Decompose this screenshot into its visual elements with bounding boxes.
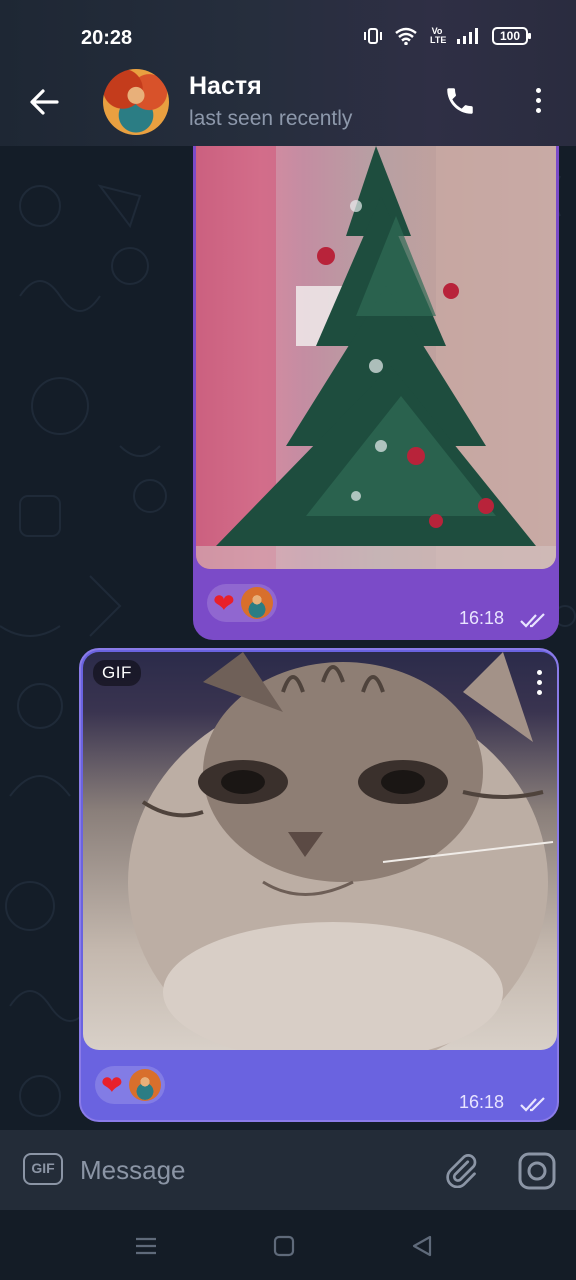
reaction-avatar: [240, 587, 273, 619]
christmas-tree-photo: [196, 146, 556, 569]
more-vertical-icon: [524, 84, 552, 113]
attach-button[interactable]: [443, 1152, 479, 1189]
message-input-bar: GIF: [0, 1130, 576, 1210]
heart-reaction-icon: ❤: [101, 1070, 123, 1100]
more-menu-button[interactable]: [524, 84, 552, 120]
signal-icon: [457, 28, 478, 44]
cat-gif: [128, 652, 554, 1050]
back-nav-button[interactable]: [408, 1232, 436, 1260]
camera-icon: [518, 1152, 556, 1190]
arrow-left-icon: [30, 89, 59, 115]
more-vertical-icon: [531, 666, 547, 695]
call-button[interactable]: [443, 84, 479, 120]
gif-button[interactable]: GIF: [23, 1153, 63, 1185]
home-square-icon: [273, 1235, 295, 1257]
message-time: 16:18: [459, 608, 505, 628]
back-button[interactable]: [24, 84, 64, 120]
home-button[interactable]: [270, 1232, 298, 1260]
media-menu-button[interactable]: [531, 666, 547, 695]
battery-icon: 100: [492, 27, 531, 45]
recent-apps-button[interactable]: [132, 1232, 160, 1260]
message-photo[interactable]: [196, 146, 556, 569]
message-gif[interactable]: GIF: [83, 652, 557, 1050]
reaction-chip[interactable]: ❤: [207, 584, 277, 622]
chat-header: 20:28 Vo LTE 100 Настя last seen recently: [0, 0, 576, 146]
contact-avatar[interactable]: [103, 69, 169, 135]
vibrate-icon: [364, 28, 382, 44]
system-nav-bar: [0, 1210, 576, 1280]
outgoing-message-gif[interactable]: GIF ❤ 16:18: [79, 648, 559, 1122]
contact-status: last seen recently: [189, 107, 353, 130]
message-list[interactable]: ❤ 16:18 GIF ❤ 16:18: [0, 146, 576, 1130]
volte-label: Vo LTE: [430, 26, 447, 45]
back-triangle-icon: [412, 1235, 432, 1257]
status-time: 20:28: [81, 27, 133, 49]
paperclip-icon: [446, 1154, 477, 1189]
reaction-chip[interactable]: ❤: [95, 1066, 165, 1104]
message-input[interactable]: [80, 1150, 420, 1190]
camera-button[interactable]: [518, 1152, 556, 1190]
phone-icon: [447, 88, 473, 114]
message-time: 16:18: [459, 1092, 505, 1112]
outgoing-message-image[interactable]: ❤ 16:18: [193, 146, 559, 640]
heart-reaction-icon: ❤: [213, 588, 235, 618]
double-check-icon: [520, 613, 545, 628]
gif-badge: GIF: [93, 660, 141, 686]
reaction-avatar: [128, 1069, 161, 1101]
wifi-icon: [395, 27, 417, 45]
status-icons: Vo LTE 100: [364, 26, 531, 45]
contact-name[interactable]: Настя: [189, 72, 262, 101]
menu-icon: [136, 1237, 156, 1255]
double-check-icon: [520, 1097, 545, 1112]
